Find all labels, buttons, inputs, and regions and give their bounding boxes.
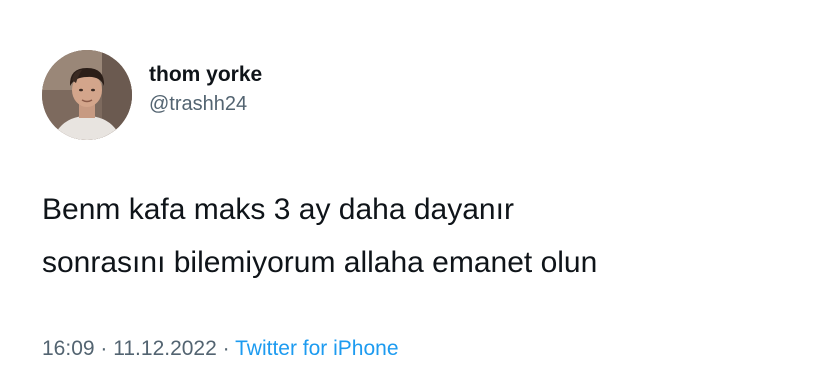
user-handle[interactable]: @trashh24 [149,92,262,116]
avatar[interactable] [42,50,132,140]
tweet-date[interactable]: 11.12.2022 [113,337,217,360]
author-info: thom yorke @trashh24 [149,62,262,116]
tweet-text-line: sonrasını bilemiyorum allaha emanet olun [42,246,598,279]
profile-photo-icon [42,50,132,140]
tweet-time[interactable]: 16:09 [42,337,95,360]
tweet-metadata: 16:09 · 11.12.2022 · Twitter for iPhone [42,335,399,363]
meta-separator: · [222,337,230,360]
tweet-card: thom yorke @trashh24 Benm kafa maks 3 ay… [0,0,828,384]
display-name[interactable]: thom yorke [149,62,262,88]
tweet-text: Benm kafa maks 3 ay daha dayanır sonrası… [42,183,802,289]
meta-separator: · [100,337,108,360]
tweet-source-link[interactable]: Twitter for iPhone [235,337,398,360]
tweet-text-line: Benm kafa maks 3 ay daha dayanır [42,193,514,226]
